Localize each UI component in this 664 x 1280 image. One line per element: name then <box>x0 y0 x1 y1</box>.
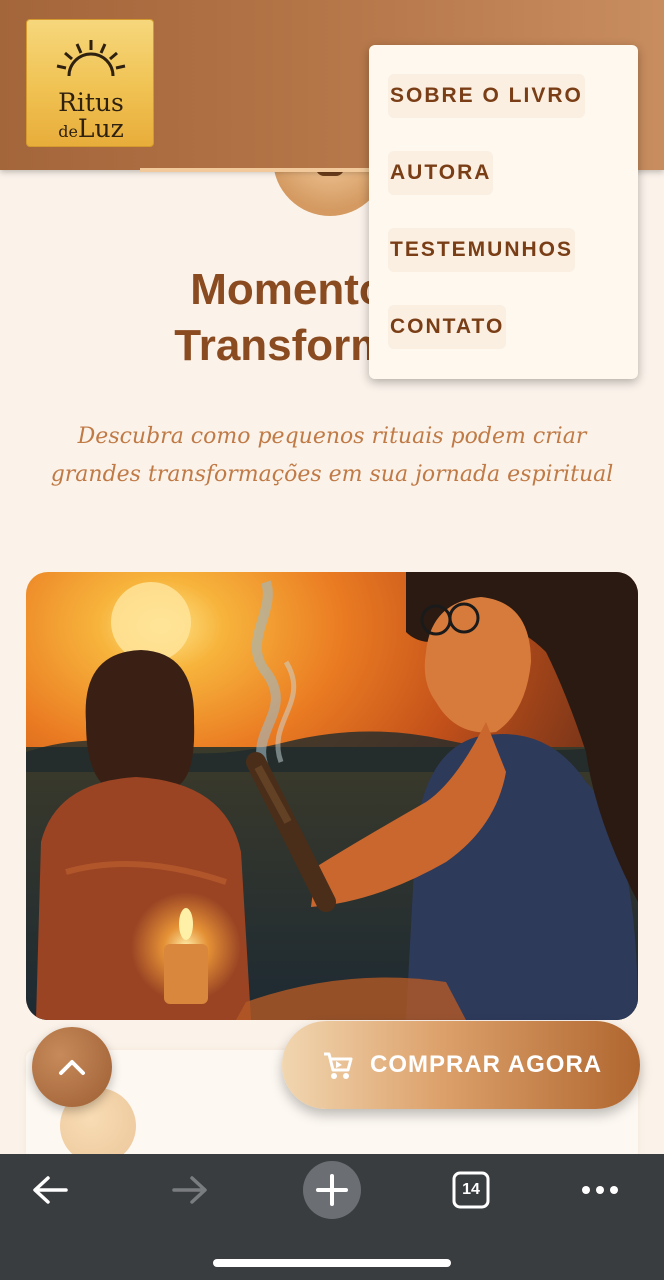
header-accent-line <box>140 168 390 172</box>
hero-painting <box>26 572 638 1020</box>
menu-item-sobre-o-livro[interactable]: SOBRE O LIVRO <box>388 74 585 118</box>
logo-text-ritus: Ritus <box>58 88 124 117</box>
more-icon <box>582 1186 618 1194</box>
nav-dropdown-menu: SOBRE O LIVRO AUTORA TESTEMUNHOS CONTATO <box>369 45 638 379</box>
site-logo[interactable]: Ritus deLuz <box>26 19 154 147</box>
menu-item-testemunhos[interactable]: TESTEMUNHOS <box>388 228 576 272</box>
back-arrow-icon <box>33 1176 68 1204</box>
menu-item-contato[interactable]: CONTATO <box>388 305 507 349</box>
back-button[interactable] <box>30 1174 70 1210</box>
back-to-top-button[interactable] <box>32 1027 112 1107</box>
hero-subtitle-line1: Descubra como pequenos rituais podem cri… <box>77 424 587 449</box>
menu-item-autora[interactable]: AUTORA <box>388 151 494 195</box>
logo-text-luz: Luz <box>77 114 124 143</box>
new-tab-button[interactable] <box>303 1161 361 1219</box>
plus-icon <box>316 1174 348 1206</box>
hero-subtitle-line2: grandes transformações em sua jornada es… <box>50 462 614 487</box>
hero-subtitle: Descubra como pequenos rituais podem cri… <box>30 418 634 494</box>
home-indicator <box>213 1259 451 1267</box>
sun-icon <box>56 40 126 77</box>
forward-button[interactable] <box>170 1174 210 1210</box>
chevron-up-icon <box>59 1060 85 1075</box>
forward-arrow-icon <box>172 1176 207 1204</box>
tabs-button[interactable]: 14 <box>452 1171 490 1209</box>
more-button[interactable] <box>580 1182 620 1201</box>
buy-now-label: COMPRAR AGORA <box>370 1051 603 1078</box>
logo-text-de: de <box>58 122 78 141</box>
tab-count: 14 <box>462 1181 480 1198</box>
buy-now-button[interactable]: COMPRAR AGORA <box>282 1021 640 1109</box>
cart-icon <box>324 1052 353 1079</box>
logo-text-de-luz: deLuz <box>27 114 155 143</box>
